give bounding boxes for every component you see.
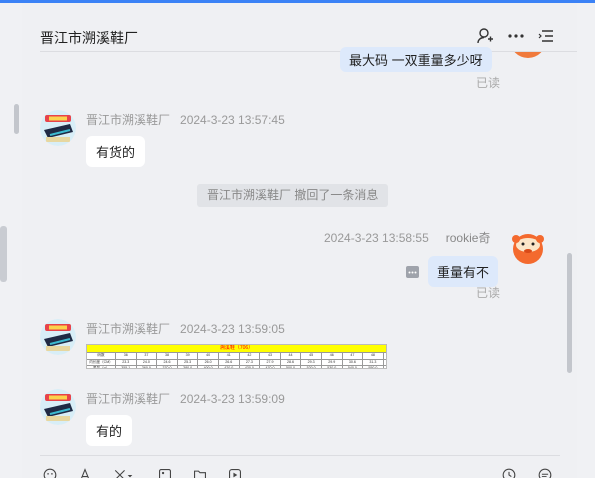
sender-name: 晋江市溯溪鞋厂 (86, 322, 171, 336)
message-meta-self: 2024-3-23 13:58:55 rookie奇 (324, 229, 490, 246)
message-bubble[interactable]: 有的 (86, 415, 133, 446)
avatar-self-partial (510, 52, 546, 58)
image-table-cell: 48 (363, 353, 384, 359)
image-table-cell: 29.3 (301, 359, 322, 365)
chat-header: 晋江市溯溪鞋厂 (22, 3, 577, 52)
image-table-cell: 24.6 (157, 359, 178, 365)
image-table-cell: 520.0 (301, 366, 322, 368)
image-table-cell: 360.0 (137, 366, 158, 368)
message-meta: 晋江市溯溪鞋厂 2024-3-23 13:57:45 (86, 111, 285, 128)
image-icon[interactable] (156, 468, 174, 478)
menu-icon[interactable] (537, 27, 555, 45)
read-status: 已读 (476, 76, 501, 90)
read-status: 已读 (476, 286, 501, 300)
more-icon[interactable] (507, 27, 525, 45)
quick-reply-icon[interactable] (536, 468, 554, 478)
history-icon[interactable] (500, 468, 518, 478)
image-table-cell: 380.0 (178, 366, 199, 368)
timestamp: 2024-3-23 13:59:05 (180, 322, 285, 336)
folder-icon[interactable] (191, 468, 209, 478)
timestamp: 2024-3-23 13:59:09 (180, 392, 285, 406)
image-table-cell: 码数 (87, 353, 116, 359)
image-table-cell: 43 (260, 353, 281, 359)
image-table-row: 内长度（CM） 23.3 24.0 24.6 25.3 26.0 26.6 27.3 27.9 2… (87, 358, 386, 365)
image-table-cell: 24.0 (137, 359, 158, 365)
left-panel-scrollbar[interactable] (14, 104, 19, 134)
sender-name: 晋江市溯溪鞋厂 (86, 113, 171, 127)
image-table-cell: 27.3 (240, 359, 261, 365)
video-icon[interactable] (226, 468, 244, 478)
page-title: 晋江市溯溪鞋厂 (40, 30, 138, 46)
image-table-cell: 31.3 (363, 359, 384, 365)
avatar-self[interactable] (510, 229, 546, 265)
message-bubble[interactable]: 有货的 (86, 136, 146, 167)
image-table-cell: 26.6 (219, 359, 240, 365)
image-table-cell: 29.9 (322, 359, 343, 365)
emoji-icon[interactable] (41, 468, 59, 478)
image-table-cell: 28.6 (281, 359, 302, 365)
more-icon[interactable] (406, 266, 419, 278)
image-table-cell: 355.1 (116, 366, 137, 368)
image-table-cell: 430.0 (240, 366, 261, 368)
left-panel-resize-handle[interactable] (0, 226, 7, 282)
person-icon[interactable] (476, 27, 494, 45)
image-table-cell: 重量（g） (87, 366, 116, 368)
image-table-cell: 30.6 (343, 359, 364, 365)
image-table-cell: 26.0 (198, 359, 219, 365)
size-chart-image[interactable]: 溯溪鞋（706） 码数 36 37 38 39 40 41 42 43 44 45 46 47 48 内长度… (86, 344, 387, 369)
sender-name: rookie奇 (445, 231, 491, 245)
header-divider (40, 51, 577, 52)
recall-notice: 晋江市溯溪鞋厂 撤回了一条消息 (197, 184, 389, 207)
image-table-cell: 540.0 (343, 366, 364, 368)
image-table-cell: 25.3 (178, 359, 199, 365)
scissors-icon[interactable] (110, 468, 136, 478)
image-table-cell: 550.0 (363, 366, 384, 368)
image-table-header-row: 码数 36 37 38 39 40 41 42 43 44 45 46 47 48 (87, 352, 386, 359)
avatar[interactable] (40, 110, 76, 146)
chat-scrollbar[interactable] (567, 253, 572, 373)
image-table-row: 重量（g） 355.1 360.0 370.0 380.0 400.0 420.0 430.0… (87, 365, 386, 368)
message-bubble-self[interactable]: 最大码 一双重量多少呀 (340, 47, 492, 72)
image-table-cell: 400.0 (198, 366, 219, 368)
image-table-cell: 37 (137, 353, 158, 359)
image-table-title: 溯溪鞋（706） (87, 345, 386, 352)
timestamp: 2024-3-23 13:58:55 (324, 231, 429, 245)
image-table-cell: 40 (198, 353, 219, 359)
image-table-cell: 23.3 (116, 359, 137, 365)
sender-name: 晋江市溯溪鞋厂 (86, 392, 171, 406)
image-table-cell: 530.0 (322, 366, 343, 368)
chat-window: 晋江市溯溪鞋厂 最大码 一双重量多少呀 已读 晋江市溯溪鞋厂 2024-3-23 … (22, 3, 577, 478)
image-table-cell: 44 (281, 353, 302, 359)
font-icon[interactable] (76, 468, 94, 478)
image-table-cell: 420.0 (219, 366, 240, 368)
image-table-cell: 470.0 (260, 366, 281, 368)
image-table-cell: 45 (301, 353, 322, 359)
image-table-cell: 42 (240, 353, 261, 359)
image-table-cell: 500.0 (281, 366, 302, 368)
image-table-cell: 27.9 (260, 359, 281, 365)
timestamp: 2024-3-23 13:57:45 (180, 113, 285, 127)
image-table: 码数 36 37 38 39 40 41 42 43 44 45 46 47 48 内长度（CM） 23.3 2… (87, 352, 386, 368)
image-table-cell: 39 (178, 353, 199, 359)
message-meta: 晋江市溯溪鞋厂 2024-3-23 13:59:09 (86, 390, 285, 407)
image-table-cell: 41 (219, 353, 240, 359)
avatar[interactable] (40, 319, 76, 355)
toolbar-divider (40, 455, 560, 456)
image-table-cell: 36 (116, 353, 137, 359)
image-table-cell: 38 (157, 353, 178, 359)
avatar[interactable] (40, 389, 76, 425)
image-table-cell: 370.0 (157, 366, 178, 368)
image-table-cell: 47 (343, 353, 364, 359)
message-bubble-self[interactable]: 重量有不 (428, 256, 499, 287)
image-table-cell: 内长度（CM） (87, 359, 116, 365)
image-table-cell: 46 (322, 353, 343, 359)
message-meta: 晋江市溯溪鞋厂 2024-3-23 13:59:05 (86, 320, 285, 337)
